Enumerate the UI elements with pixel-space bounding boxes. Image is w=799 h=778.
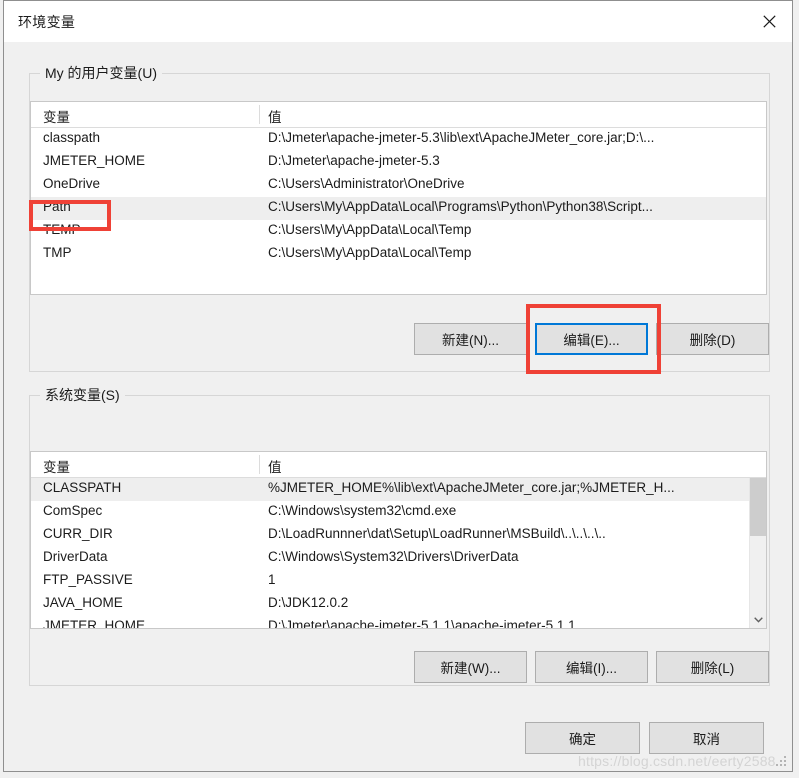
- ok-button[interactable]: 确定: [525, 722, 640, 754]
- screen: 环境变量 My 的用户变量(U) 变量 值 classpath D:\Jmete…: [0, 0, 799, 778]
- table-row-selected-classpath[interactable]: CLASSPATH %JMETER_HOME%\lib\ext\ApacheJM…: [31, 478, 766, 501]
- table-row[interactable]: JMETER_HOME D:\Jmeter\apache-jmeter-5.3: [31, 151, 766, 174]
- user-variables-list[interactable]: 变量 值 classpath D:\Jmeter\apache-jmeter-5…: [30, 101, 767, 295]
- system-var-value: D:\LoadRunnner\dat\Setup\LoadRunner\MSBu…: [268, 526, 606, 541]
- table-row[interactable]: JMETER_HOME D:\Jmeter\apache-jmeter-5.1.…: [31, 616, 766, 629]
- system-var-value: %JMETER_HOME%\lib\ext\ApacheJMeter_core.…: [268, 480, 675, 495]
- system-var-value: D:\Jmeter\apache-jmeter-5.1.1\apache-jme…: [268, 618, 576, 629]
- system-var-name: ComSpec: [43, 503, 103, 518]
- user-var-name: Path: [43, 199, 71, 214]
- user-var-value: D:\Jmeter\apache-jmeter-5.3\lib\ext\Apac…: [268, 130, 655, 145]
- system-var-name: JMETER_HOME: [43, 618, 146, 629]
- system-list-header: 变量 值: [31, 452, 766, 478]
- system-var-name: CLASSPATH: [43, 480, 122, 495]
- table-row[interactable]: DriverData C:\Windows\System32\Drivers\D…: [31, 547, 766, 570]
- user-var-value: D:\Jmeter\apache-jmeter-5.3: [268, 153, 440, 168]
- system-list-scrollbar[interactable]: [749, 478, 766, 628]
- table-row[interactable]: classpath D:\Jmeter\apache-jmeter-5.3\li…: [31, 128, 766, 151]
- user-new-button[interactable]: 新建(N)...: [414, 323, 527, 355]
- cancel-button[interactable]: 取消: [649, 722, 764, 754]
- scrollbar-thumb[interactable]: [750, 478, 766, 536]
- table-row-selected-path[interactable]: Path C:\Users\My\AppData\Local\Programs\…: [31, 197, 766, 220]
- close-icon[interactable]: [746, 1, 792, 42]
- system-var-name: FTP_PASSIVE: [43, 572, 133, 587]
- system-var-value: 1: [268, 572, 276, 587]
- system-new-button[interactable]: 新建(W)...: [414, 651, 527, 683]
- table-row[interactable]: CURR_DIR D:\LoadRunnner\dat\Setup\LoadRu…: [31, 524, 766, 547]
- user-var-value: C:\Users\Administrator\OneDrive: [268, 176, 465, 191]
- table-row[interactable]: TMP C:\Users\My\AppData\Local\Temp: [31, 243, 766, 266]
- user-column-header-value[interactable]: 值: [268, 106, 282, 126]
- user-var-name: JMETER_HOME: [43, 153, 146, 168]
- resize-grip[interactable]: [776, 756, 788, 768]
- system-delete-button[interactable]: 删除(L): [656, 651, 769, 683]
- user-list-header: 变量 值: [31, 102, 766, 128]
- user-var-value: C:\Users\My\AppData\Local\Temp: [268, 222, 472, 237]
- user-var-value: C:\Users\My\AppData\Local\Temp: [268, 245, 472, 260]
- system-var-name: JAVA_HOME: [43, 595, 123, 610]
- system-column-header-value[interactable]: 值: [268, 456, 282, 476]
- system-header-divider: [259, 455, 260, 474]
- table-row[interactable]: JAVA_HOME D:\JDK12.0.2: [31, 593, 766, 616]
- system-group-legend: 系统变量(S): [40, 386, 125, 404]
- user-delete-button[interactable]: 删除(D): [656, 323, 769, 355]
- user-var-name: TEMP: [43, 222, 81, 237]
- system-edit-button[interactable]: 编辑(I)...: [535, 651, 648, 683]
- user-group-legend: My 的用户变量(U): [40, 64, 162, 82]
- user-var-value: C:\Users\My\AppData\Local\Programs\Pytho…: [268, 199, 653, 214]
- user-var-name: TMP: [43, 245, 72, 260]
- user-header-divider: [259, 105, 260, 124]
- user-edit-button[interactable]: 编辑(E)...: [535, 323, 648, 355]
- environment-variables-dialog: 环境变量 My 的用户变量(U) 变量 值 classpath D:\Jmete…: [3, 0, 793, 772]
- system-var-value: C:\Windows\system32\cmd.exe: [268, 503, 457, 518]
- title-bar: 环境变量: [4, 1, 792, 42]
- table-row[interactable]: OneDrive C:\Users\Administrator\OneDrive: [31, 174, 766, 197]
- table-row[interactable]: TEMP C:\Users\My\AppData\Local\Temp: [31, 220, 766, 243]
- table-row[interactable]: FTP_PASSIVE 1: [31, 570, 766, 593]
- chevron-down-icon[interactable]: [750, 611, 766, 628]
- table-row[interactable]: ComSpec C:\Windows\system32\cmd.exe: [31, 501, 766, 524]
- system-var-value: C:\Windows\System32\Drivers\DriverData: [268, 549, 519, 564]
- user-var-name: classpath: [43, 130, 101, 145]
- page-title: 环境变量: [18, 14, 76, 30]
- watermark-text: https://blog.csdn.net/eerty2588: [578, 753, 776, 769]
- system-variables-list[interactable]: 变量 值 CLASSPATH %JMETER_HOME%\lib\ext\Apa…: [30, 451, 767, 629]
- user-column-header-variable[interactable]: 变量: [43, 106, 70, 126]
- user-var-name: OneDrive: [43, 176, 101, 191]
- system-var-value: D:\JDK12.0.2: [268, 595, 349, 610]
- system-var-name: DriverData: [43, 549, 108, 564]
- system-var-name: CURR_DIR: [43, 526, 113, 541]
- system-column-header-variable[interactable]: 变量: [43, 456, 70, 476]
